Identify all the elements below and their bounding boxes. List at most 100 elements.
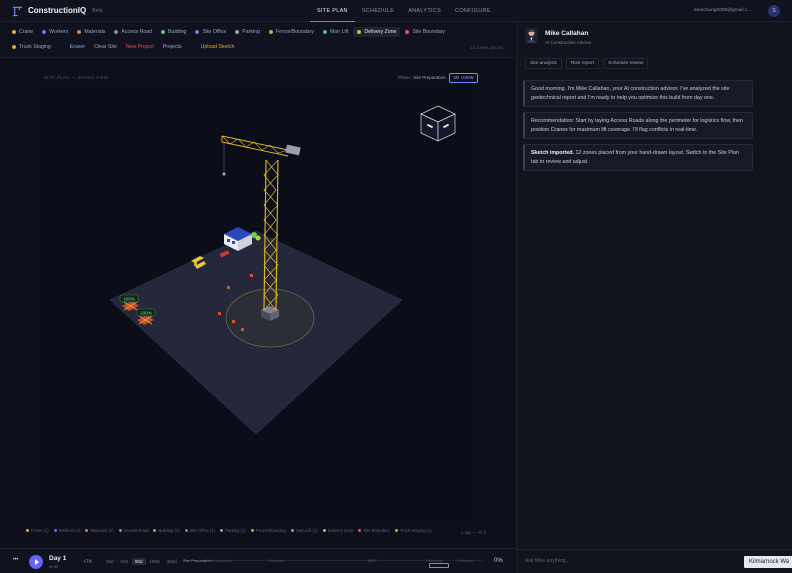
- completion-badge: 100%: [119, 294, 139, 303]
- legend-label: Fence/Boundary: [255, 528, 287, 533]
- parking-color-dot: [235, 30, 240, 34]
- legend-label: Workers (4): [58, 528, 81, 533]
- day-total: of 90: [49, 564, 58, 569]
- tool-building[interactable]: Building: [157, 27, 190, 37]
- timeline-window-handle[interactable]: [429, 563, 449, 568]
- tool-label: Workers: [49, 29, 69, 35]
- material-marker[interactable]: [232, 320, 235, 323]
- user-avatar[interactable]: S: [768, 5, 780, 17]
- zoom-60d[interactable]: 60d: [118, 558, 132, 565]
- legend-label: Site Boundary: [363, 528, 390, 533]
- legend-dot: [153, 529, 157, 532]
- projects-button[interactable]: Projects: [159, 42, 186, 52]
- man-lift[interactable]: [137, 315, 154, 325]
- eraser-button[interactable]: Eraser: [66, 42, 89, 52]
- legend-label: Delivery Zone: [327, 528, 354, 533]
- truck-staging-color-dot: [12, 45, 16, 49]
- tab-configure[interactable]: CONFIGURE: [448, 0, 498, 22]
- tool-parking[interactable]: Parking: [231, 27, 264, 37]
- autocomplete-suggestion[interactable]: Kilmarnock Wa: [744, 556, 792, 568]
- zoom-180d[interactable]: 180d: [147, 558, 163, 565]
- delivery-zone-color-dot: [357, 30, 362, 34]
- zoom-90d[interactable]: 90d: [132, 558, 146, 565]
- beta-badge: Beta: [92, 7, 103, 14]
- phase-site-preparation[interactable]: Site Preparation: [183, 558, 212, 563]
- skip-back-icon[interactable]: ⏮: [13, 557, 18, 564]
- step-forward-button[interactable]: +7d: [83, 559, 91, 565]
- chat-message: Sketch imported. 12 zones placed from yo…: [523, 144, 753, 171]
- top-bar: ConstructionIQ Beta SITE PLAN SCHEDULE A…: [0, 0, 792, 22]
- chat-messages: Good morning. I'm Mike Callahan, your AI…: [523, 80, 753, 176]
- clear-site-button[interactable]: Clear Site: [90, 42, 121, 52]
- tool-delivery-zone[interactable]: Delivery Zone: [353, 27, 401, 37]
- legend-label: Access Road: [123, 528, 149, 533]
- ask-advisor-input[interactable]: [525, 556, 725, 566]
- material-marker[interactable]: [241, 328, 244, 331]
- crane-jib[interactable]: [221, 135, 289, 157]
- tool-label: Crane: [19, 29, 34, 35]
- legend-label: Crane (1): [31, 528, 49, 533]
- material-marker[interactable]: [227, 286, 230, 289]
- tool-man-lift[interactable]: Man Lift: [319, 27, 352, 37]
- tool-label: Site Boundary: [412, 29, 446, 35]
- 3d-view-toggle[interactable]: 3D VIEW: [449, 73, 478, 83]
- legend-dot: [358, 529, 362, 532]
- phase-mep[interactable]: MEP: [368, 558, 377, 563]
- legend-label: Truck Staging (1): [399, 528, 432, 533]
- site-analysis-button[interactable]: Site analysis: [525, 58, 562, 69]
- current-day: Day 1: [49, 555, 67, 562]
- tool-truck-staging[interactable]: Truck Staging: [8, 42, 55, 52]
- schedule-review-button[interactable]: Schedule review: [603, 58, 649, 69]
- legend-item: Workers (4): [53, 528, 81, 533]
- phase-label: Phase:: [398, 75, 413, 80]
- legend-day-count: 1 day — 12 d: [461, 530, 486, 535]
- tab-schedule[interactable]: SCHEDULE: [355, 0, 401, 22]
- tab-site-plan[interactable]: SITE PLAN: [310, 0, 355, 22]
- zoom-365d[interactable]: 365d: [164, 558, 180, 565]
- tree-icon: [255, 235, 261, 241]
- play-button[interactable]: [29, 555, 43, 569]
- legend-label: Building (1): [158, 528, 180, 533]
- advisor-role: AI Construction Advisor: [545, 40, 592, 45]
- crane-counterweight[interactable]: [285, 144, 301, 156]
- timeline-bar: ⏮ Day 1 of 90 +7d 30d 60d 90d 180d 365d …: [0, 548, 515, 573]
- logo[interactable]: ConstructionIQ Beta: [12, 5, 292, 17]
- material-marker[interactable]: [250, 274, 253, 277]
- tool-fence-boundary[interactable]: Fence/Boundary: [265, 27, 318, 37]
- phase-closeout[interactable]: Closeout: [457, 558, 473, 563]
- timeline-progress: 0%: [494, 558, 503, 564]
- tab-analytics[interactable]: ANALYTICS: [401, 0, 448, 22]
- legend-item: Access Road: [118, 528, 149, 533]
- legend-item: Man Lift (1): [291, 528, 318, 533]
- new-project-button[interactable]: New Project: [122, 42, 158, 52]
- view-cube-icon[interactable]: [420, 105, 456, 142]
- legend-item: Crane (1): [26, 528, 49, 533]
- advisor-name: Mike Callahan: [545, 30, 589, 37]
- tool-row-actions: Truck Staging Eraser Clear Site New Proj…: [8, 42, 239, 52]
- tool-label: Building: [167, 29, 187, 35]
- legend-item: Building (1): [153, 528, 180, 533]
- risk-report-button[interactable]: Risk report: [565, 58, 600, 69]
- tool-access-road[interactable]: Access Road: [110, 27, 156, 37]
- legend-dot: [53, 529, 57, 532]
- tool-materials[interactable]: Materials: [73, 27, 109, 37]
- advisor-avatar: [525, 28, 538, 43]
- tool-site-office[interactable]: Site Office: [191, 27, 230, 37]
- upload-sketch-button[interactable]: Upload Sketch: [197, 42, 239, 52]
- phase-foundation[interactable]: Foundation: [212, 558, 232, 563]
- tool-crane[interactable]: Crane: [8, 27, 37, 37]
- zoom-30d[interactable]: 30d: [103, 558, 117, 565]
- phase-structure[interactable]: Structure: [268, 558, 284, 563]
- site-boundary-color-dot: [405, 30, 410, 34]
- crane-hook[interactable]: [222, 172, 226, 176]
- site-office-color-dot: [195, 30, 200, 34]
- material-marker[interactable]: [218, 312, 221, 315]
- tool-label: Man Lift: [329, 29, 349, 35]
- advisor-header: Mike Callahan AI Construction Advisor: [525, 28, 592, 45]
- tool-label: Parking: [242, 29, 260, 35]
- tool-site-boundary[interactable]: Site Boundary: [401, 27, 449, 37]
- tool-workers[interactable]: Workers: [38, 27, 72, 37]
- man-lift[interactable]: [122, 301, 139, 311]
- legend-item: Fence/Boundary: [250, 528, 287, 533]
- 3d-scene[interactable]: 100% 100%: [40, 88, 472, 518]
